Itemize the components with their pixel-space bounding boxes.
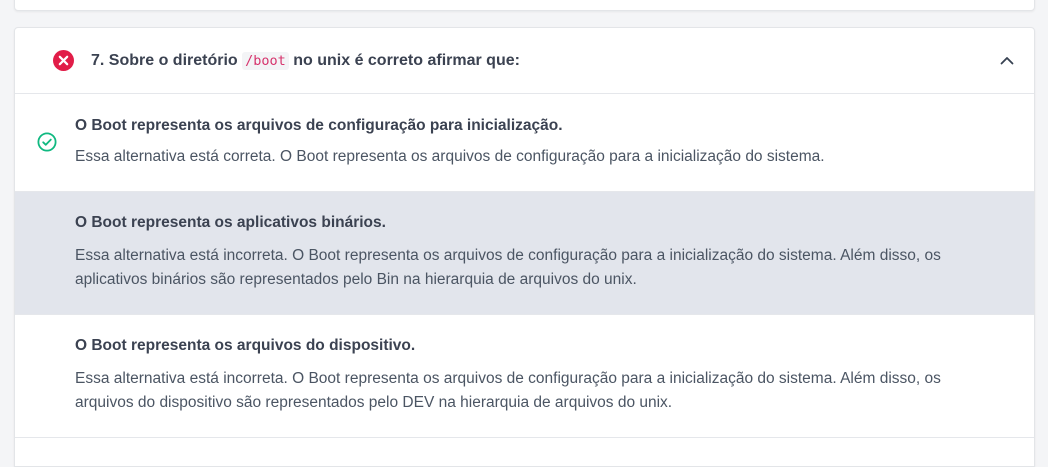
- chevron-up-icon[interactable]: [999, 53, 1015, 69]
- question-title-suffix: no unix é correto afirmar que:: [293, 52, 520, 69]
- x-circle-icon: [53, 50, 74, 71]
- question-header[interactable]: 7. Sobre o diretório /boot no unix é cor…: [15, 28, 1034, 94]
- question-card: 7. Sobre o diretório /boot no unix é cor…: [14, 27, 1035, 467]
- option-title: O Boot representa os aplicativos binário…: [75, 214, 386, 231]
- option-item-selected[interactable]: O Boot representa os aplicativos binário…: [15, 192, 1034, 315]
- option-item[interactable]: O Boot representa os arquivos de configu…: [15, 94, 1034, 192]
- option-title: O Boot representa os arquivos de configu…: [75, 117, 563, 134]
- option-explanation: Essa alternativa está incorreta. O Boot …: [75, 370, 941, 411]
- question-title-prefix: 7. Sobre o diretório: [91, 52, 238, 69]
- question-title: 7. Sobre o diretório /boot no unix é cor…: [91, 52, 520, 70]
- previous-question-card: [14, 0, 1035, 11]
- option-explanation: Essa alternativa está correta. O Boot re…: [75, 148, 825, 165]
- question-code: /boot: [242, 52, 289, 70]
- option-explanation: Essa alternativa está incorreta. O Boot …: [75, 247, 941, 288]
- option-item[interactable]: O Boot representa os arquivos do disposi…: [15, 315, 1034, 438]
- check-circle-icon: [37, 132, 57, 152]
- option-title: O Boot representa os arquivos do disposi…: [75, 337, 416, 354]
